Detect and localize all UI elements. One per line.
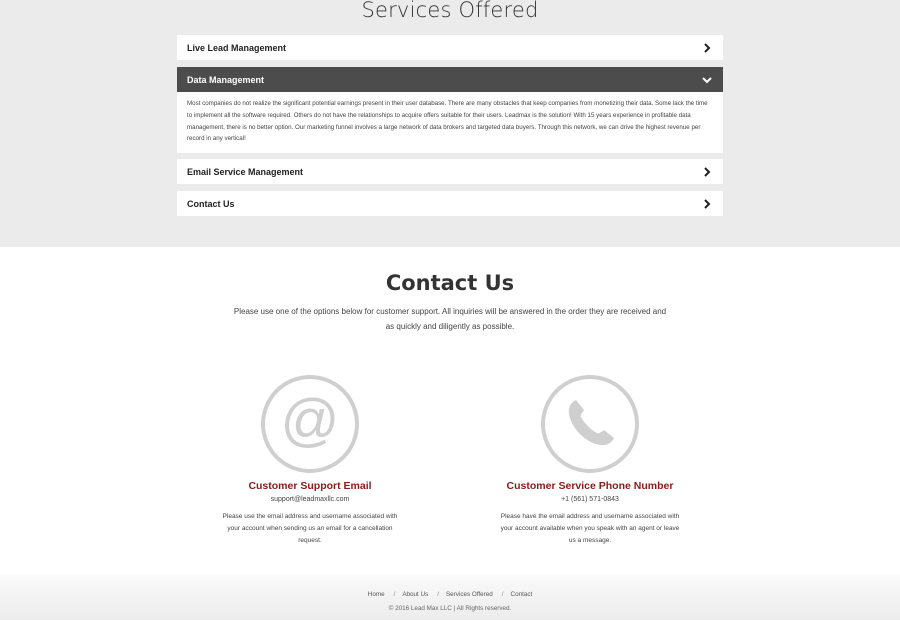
support-phone-link[interactable]: +1 (561) 571-0843 (500, 496, 680, 503)
accordion-body-text: Most companies do not realize the signif… (187, 100, 708, 143)
footer-separator: / (501, 591, 504, 598)
phone-heading: Customer Service Phone Number (506, 480, 674, 492)
chevron-right-icon (704, 198, 711, 209)
accordion-header[interactable]: Email Service Management (177, 159, 723, 184)
phone-icon (541, 375, 639, 473)
accordion-header[interactable]: Data Management (177, 67, 723, 92)
footer-nav: Home / About Us / Services Offered / Contact (0, 591, 900, 598)
accordion-header[interactable]: Contact Us (177, 191, 723, 216)
services-section: Services Offered Live Lead Management Da… (0, 0, 900, 247)
email-description: Please use the email address and usernam… (222, 513, 398, 544)
footer-separator: / (437, 591, 439, 598)
accordion-email-service-management[interactable]: Email Service Management (177, 159, 723, 184)
at-sign-icon: @ (261, 375, 359, 473)
support-email-link[interactable]: support@leadmaxllc.com (220, 496, 400, 503)
accordion-contact-us[interactable]: Contact Us (177, 191, 723, 216)
copyright-text: © 2016 Lead Max LLC | All Rights reserve… (388, 605, 512, 612)
accordion-live-lead-management[interactable]: Live Lead Management (177, 35, 723, 60)
footer-link-contact[interactable]: Contact (511, 591, 533, 598)
footer-link-services-offered[interactable]: Services Offered (446, 591, 493, 598)
email-heading: Customer Support Email (248, 480, 372, 492)
accordion-data-management[interactable]: Data Management Most companies do not re… (177, 67, 723, 154)
chevron-down-icon (702, 76, 712, 83)
phone-description: Please have the email address and userna… (500, 513, 680, 544)
footer-link-about-us[interactable]: About Us (402, 591, 428, 598)
services-title: Services Offered (361, 0, 539, 22)
accordion-header[interactable]: Live Lead Management (177, 35, 723, 60)
accordion-label: Contact Us (187, 198, 235, 209)
support-phone-block: Customer Service Phone Number +1 (561) 5… (500, 374, 680, 547)
chevron-right-icon (704, 42, 711, 53)
chevron-right-icon (704, 166, 711, 177)
accordion-label: Email Service Management (187, 166, 304, 177)
support-email-block: @ Customer Support Email support@leadmax… (220, 374, 400, 547)
accordion-label: Data Management (187, 74, 265, 85)
accordion-label: Live Lead Management (187, 42, 287, 53)
footer-separator: / (393, 591, 396, 598)
footer: Home / About Us / Services Offered / Contact ©… (0, 575, 900, 620)
svg-text:@: @ (281, 388, 340, 453)
footer-link-home[interactable]: Home (368, 591, 385, 598)
contact-intro: Please use one of the options below for … (233, 307, 667, 331)
contact-title: Contact Us (385, 271, 515, 295)
